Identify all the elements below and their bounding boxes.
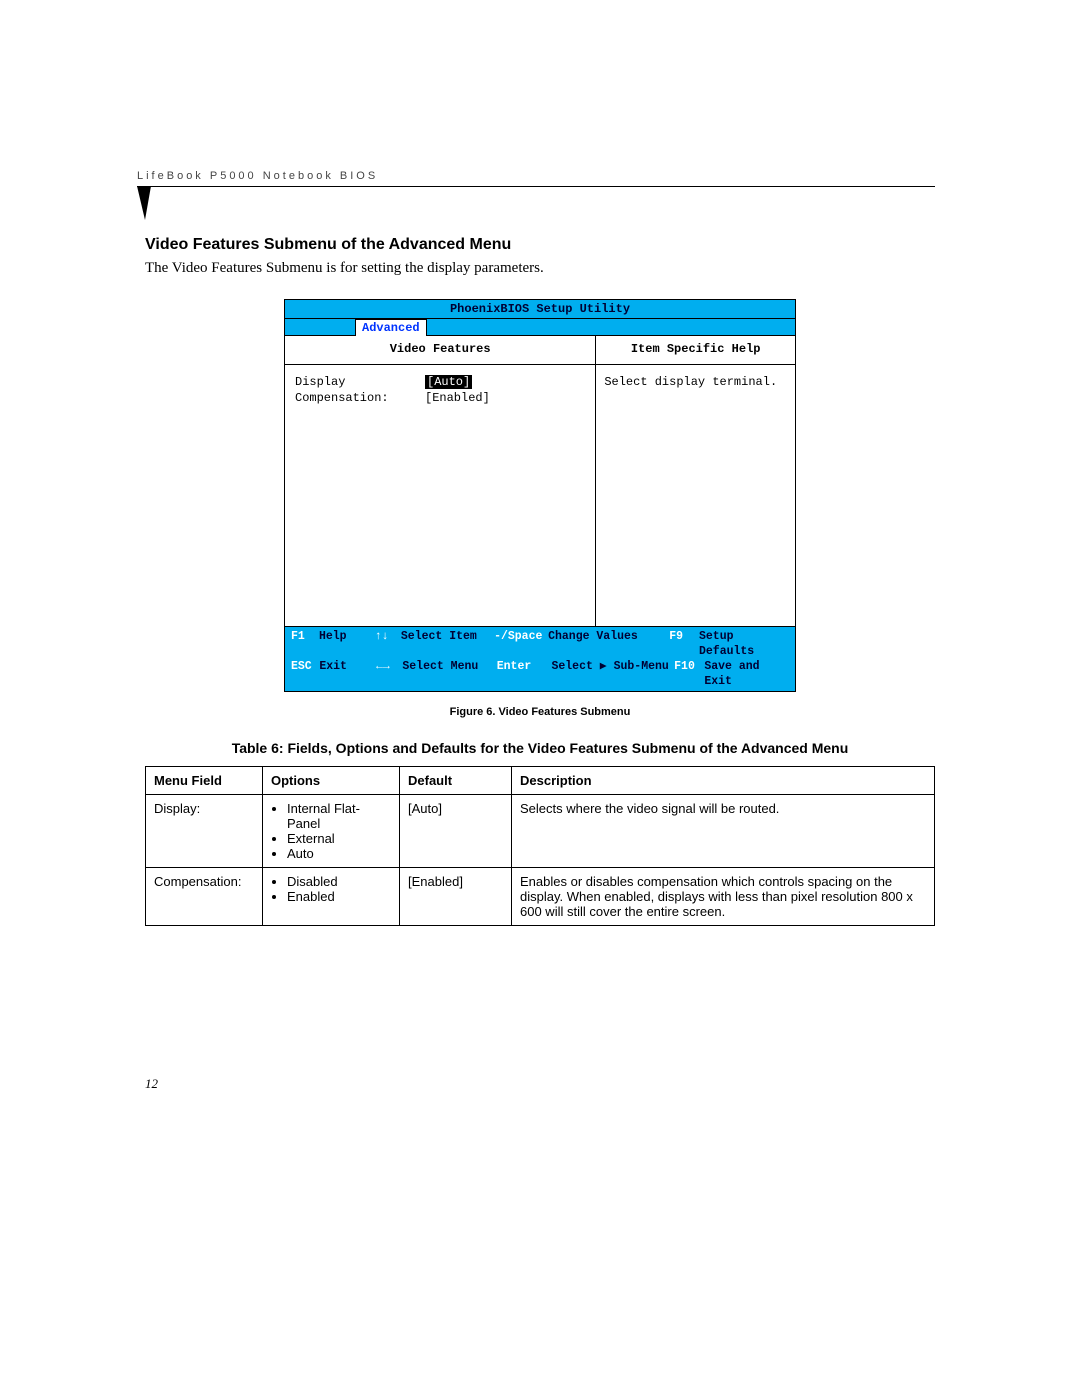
bios-key-f10: F10 [674, 659, 704, 689]
bios-screenshot: PhoenixBIOS Setup Utility Advanced Video… [284, 299, 796, 692]
bios-right-heading: Item Specific Help [596, 336, 795, 365]
section-intro: The Video Features Submenu is for settin… [145, 260, 935, 277]
accent-triangle-icon [131, 186, 159, 226]
bios-help-text: Select display terminal. [604, 375, 787, 389]
cell-field: Compensation: [146, 868, 263, 926]
bios-left-pane: Video Features Display [Auto] Compensati… [285, 336, 596, 626]
running-header: LifeBook P5000 Notebook BIOS [137, 170, 935, 187]
page-number: 12 [145, 1076, 935, 1092]
bios-key-space: -/Space [494, 629, 548, 659]
cell-options: Internal Flat-Panel External Auto [263, 795, 400, 868]
th-options: Options [263, 767, 400, 795]
th-description: Description [512, 767, 935, 795]
bios-action: Select Menu [402, 659, 496, 689]
cell-default: [Enabled] [400, 868, 512, 926]
bios-action: Help [319, 629, 375, 659]
figure-caption: Figure 6. Video Features Submenu [145, 706, 935, 718]
table-row: Display: Internal Flat-Panel External Au… [146, 795, 935, 868]
cell-default: [Auto] [400, 795, 512, 868]
bios-row-compensation: Compensation: [Enabled] [295, 391, 587, 405]
bios-key-enter: Enter [497, 659, 552, 689]
bios-tab-advanced: Advanced [355, 319, 427, 336]
bios-action: Setup Defaults [699, 629, 789, 659]
bios-value: [Enabled] [425, 391, 490, 405]
bios-key-f9: F9 [669, 629, 699, 659]
bios-key-f1: F1 [291, 629, 319, 659]
table-caption: Table 6: Fields, Options and Defaults fo… [145, 740, 935, 756]
bios-label: Compensation: [295, 391, 425, 405]
section-heading: Video Features Submenu of the Advanced M… [145, 236, 935, 254]
bios-footer: F1 Help ↑↓ Select Item -/Space Change Va… [285, 626, 795, 691]
list-item: Enabled [287, 889, 391, 904]
list-item: Auto [287, 846, 391, 861]
cell-options: Disabled Enabled [263, 868, 400, 926]
bios-action: Select Item [401, 629, 494, 659]
th-menu-field: Menu Field [146, 767, 263, 795]
bios-action: Select ▶ Sub-Menu [551, 659, 674, 689]
bios-label: Display [295, 375, 425, 389]
list-item: Internal Flat-Panel [287, 801, 391, 831]
bios-title: PhoenixBIOS Setup Utility [285, 300, 795, 319]
bios-left-heading: Video Features [285, 336, 595, 365]
table-row: Compensation: Disabled Enabled [Enabled]… [146, 868, 935, 926]
cell-description: Enables or disables compensation which c… [512, 868, 935, 926]
bios-value: [Auto] [425, 375, 501, 389]
bios-action: Exit [319, 659, 376, 689]
bios-tab-row: Advanced [285, 319, 795, 336]
spec-table: Menu Field Options Default Description D… [145, 766, 935, 926]
bios-action: Save and Exit [704, 659, 789, 689]
cell-description: Selects where the video signal will be r… [512, 795, 935, 868]
header-accent [145, 186, 935, 226]
list-item: External [287, 831, 391, 846]
list-item: Disabled [287, 874, 391, 889]
bios-action: Change Values [548, 629, 669, 659]
cell-field: Display: [146, 795, 263, 868]
bios-key-arrows: ←→ [376, 659, 402, 689]
bios-right-pane: Item Specific Help Select display termin… [596, 336, 795, 626]
bios-key-arrows: ↑↓ [375, 629, 401, 659]
th-default: Default [400, 767, 512, 795]
bios-row-display: Display [Auto] [295, 375, 587, 389]
bios-key-esc: ESC [291, 659, 319, 689]
